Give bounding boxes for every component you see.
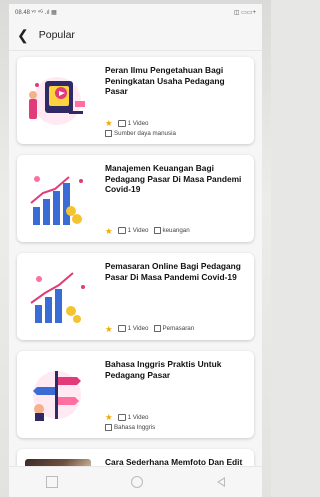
course-category: Sumber daya manusia: [114, 130, 176, 137]
course-thumbnail-image: [25, 169, 91, 229]
list-item[interactable]: Bahasa Inggris Praktis Untuk Pedagang Pa…: [17, 351, 254, 438]
star-icon: ★: [105, 225, 113, 236]
list-item[interactable]: Peran Ilmu Pengetahuan Bagi Peningkatan …: [17, 57, 254, 144]
video-count: 1 Video: [127, 120, 149, 128]
category-icon: [153, 227, 161, 235]
course-title: Peran Ilmu Pengetahuan Bagi Peningkatan …: [105, 65, 225, 96]
status-icons: ◫ ▭▭+: [233, 9, 256, 16]
video-count: 1 Video: [127, 227, 149, 235]
course-thumbnail-image: [25, 365, 91, 425]
course-title: Manajemen Keuangan Bagi Pedagang Pasar D…: [105, 163, 242, 194]
course-meta: ★ 1 Video Pemasaran: [105, 323, 246, 334]
back-triangle-icon[interactable]: [217, 477, 226, 487]
video-icon: [117, 227, 126, 235]
category-icon: [105, 423, 112, 431]
course-meta: ★ 1 Video keuangan: [105, 225, 246, 236]
video-icon: [117, 325, 126, 333]
course-meta: ★ 1 Video Sumber daya manusia: [105, 117, 246, 137]
list-item[interactable]: Pemasaran Online Bagi Pedagang Pasar Di …: [17, 253, 254, 340]
course-info: Peran Ilmu Pengetahuan Bagi Peningkatan …: [91, 65, 246, 137]
course-category: Bahasa Inggris: [114, 424, 156, 431]
system-nav-bar: [9, 466, 262, 497]
course-list: Peran Ilmu Pengetahuan Bagi Peningkatan …: [9, 51, 262, 497]
course-info: Pemasaran Online Bagi Pedagang Pasar Di …: [91, 261, 246, 333]
list-item[interactable]: Manajemen Keuangan Bagi Pedagang Pasar D…: [17, 155, 254, 242]
course-thumbnail-image: [25, 71, 91, 131]
course-category: keuangan: [162, 227, 190, 235]
phone-screen: 08.48 ᵛᵒ ⁴ᴳ .ıl ▦ ◫ ▭▭+ ❮ Popular Peran …: [9, 4, 262, 497]
course-info: Manajemen Keuangan Bagi Pedagang Pasar D…: [91, 163, 246, 235]
course-title: Bahasa Inggris Praktis Untuk Pedagang Pa…: [105, 359, 222, 380]
star-icon: ★: [105, 323, 113, 334]
video-icon: [117, 120, 126, 128]
course-info: Bahasa Inggris Praktis Untuk Pedagang Pa…: [91, 359, 246, 431]
category-icon: [105, 129, 112, 137]
status-right: ◫ ▭▭+: [234, 9, 256, 16]
category-icon: [153, 325, 161, 333]
video-count: 1 Video: [127, 325, 149, 333]
status-bar: 08.48 ᵛᵒ ⁴ᴳ .ıl ▦ ◫ ▭▭+: [9, 4, 262, 20]
course-meta: ★ 1 Video Bahasa Inggris: [105, 411, 246, 431]
star-icon: ★: [105, 118, 113, 129]
star-icon: ★: [105, 412, 113, 423]
video-icon: [117, 414, 126, 422]
app-header: ❮ Popular: [9, 20, 262, 51]
recent-apps-icon[interactable]: [45, 476, 58, 488]
video-count: 1 Video: [127, 414, 149, 422]
status-left: 08.48 ᵛᵒ ⁴ᴳ .ıl ▦: [15, 9, 57, 16]
home-icon[interactable]: [131, 476, 144, 488]
course-thumbnail-image: [25, 267, 91, 327]
back-arrow-icon[interactable]: ❮: [17, 28, 29, 42]
course-category: Pemasaran: [162, 325, 195, 333]
course-title: Pemasaran Online Bagi Pedagang Pasar Di …: [105, 261, 241, 282]
page-title: Popular: [38, 29, 75, 41]
